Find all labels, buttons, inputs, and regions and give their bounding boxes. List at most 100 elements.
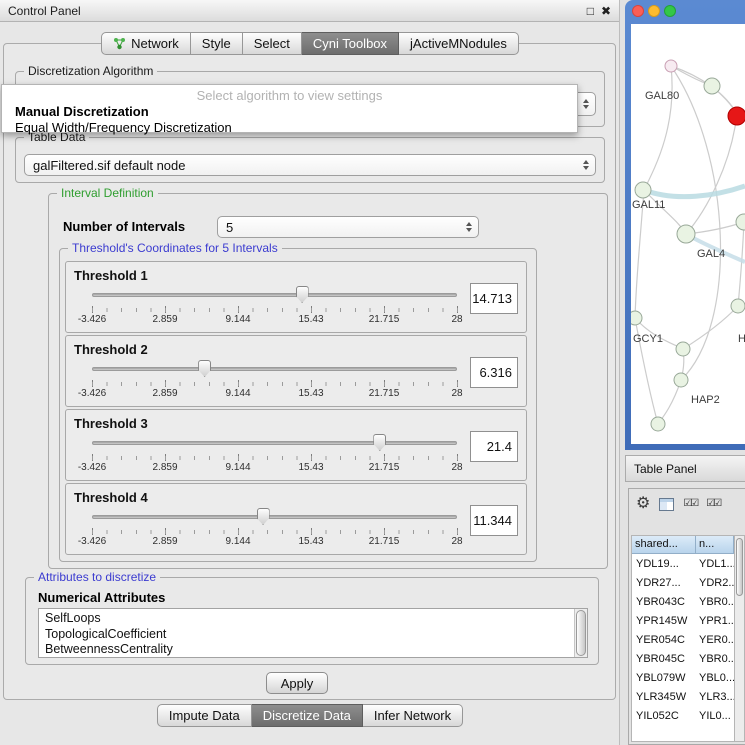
threshold-4-slider[interactable] xyxy=(92,508,457,526)
tab-network[interactable]: Network xyxy=(101,32,191,55)
table-row[interactable]: YBL079WYBL0... xyxy=(632,668,734,687)
table-scrollbar[interactable] xyxy=(734,535,745,742)
tab-style[interactable]: Style xyxy=(191,32,243,55)
table-cell[interactable]: YIL052C xyxy=(632,710,696,722)
slider-track[interactable] xyxy=(92,515,457,519)
table-row[interactable]: YLR345WYLR3... xyxy=(632,687,734,706)
table-row[interactable]: YER054CYER0... xyxy=(632,630,734,649)
list-item[interactable]: BetweennessCentrality xyxy=(39,642,587,658)
tab-select[interactable]: Select xyxy=(243,32,302,55)
number-of-intervals-select[interactable]: 5 xyxy=(217,216,479,238)
node-table: shared... n... YDL19...YDL1... YDR27...Y… xyxy=(631,535,745,742)
tick-label: 15.43 xyxy=(298,388,323,399)
tick-label: 28 xyxy=(451,388,462,399)
table-cell[interactable]: YDL1... xyxy=(696,558,734,570)
table-cell[interactable]: YIL0... xyxy=(696,710,734,722)
table-cell[interactable]: YLR345W xyxy=(632,691,696,703)
table-row[interactable]: YPR145WYPR1... xyxy=(632,611,734,630)
network-node[interactable] xyxy=(631,311,642,325)
slider-tick-labels: -3.426 2.859 9.144 15.43 21.715 28 xyxy=(92,536,457,549)
list-scrollbar[interactable] xyxy=(574,609,587,657)
float-window-icon[interactable]: □ xyxy=(587,4,594,18)
table-panel-toolbar: ⚙ ☑☑ ☑☑ xyxy=(629,489,745,519)
table-cell[interactable]: YDR27... xyxy=(632,577,696,589)
network-node-pink[interactable] xyxy=(665,60,677,72)
table-cell[interactable]: YBR045C xyxy=(632,653,696,665)
threshold-1-slider[interactable] xyxy=(92,286,457,304)
threshold-3-slider[interactable] xyxy=(92,434,457,452)
table-cell[interactable]: YBR0... xyxy=(696,653,734,665)
table-cell[interactable]: YBR043C xyxy=(632,596,696,608)
network-canvas[interactable]: GAL80 GAL11 GAL4 GCY1 HAP2 H xyxy=(631,24,745,444)
dropdown-option-manual[interactable]: Manual Discretization xyxy=(2,104,577,119)
tab-label: Style xyxy=(202,36,231,51)
table-row[interactable]: YBR045CYBR0... xyxy=(632,649,734,668)
table-row[interactable]: YIL052CYIL0... xyxy=(632,706,734,725)
table-row[interactable]: YDR27...YDR2... xyxy=(632,573,734,592)
table-cell[interactable]: YPR145W xyxy=(632,615,696,627)
tab-infer-network[interactable]: Infer Network xyxy=(363,704,463,727)
slider-thumb[interactable] xyxy=(257,508,270,525)
tab-cyni-toolbox[interactable]: Cyni Toolbox xyxy=(302,32,399,55)
tick-label: -3.426 xyxy=(78,462,106,473)
checkbox-grid-icon[interactable]: ☑☑ xyxy=(683,499,697,509)
table-cell[interactable]: YBL079W xyxy=(632,672,696,684)
apply-button[interactable]: Apply xyxy=(266,672,328,694)
threshold-4-value-input[interactable] xyxy=(470,505,518,536)
checkbox-grid-icon[interactable]: ☑☑ xyxy=(706,499,720,509)
scrollbar-thumb[interactable] xyxy=(736,538,743,596)
minimize-traffic-light-icon[interactable] xyxy=(648,5,660,17)
threshold-3-value-input[interactable] xyxy=(470,431,518,462)
numerical-attributes-list[interactable]: SelfLoops TopologicalCoefficient Between… xyxy=(38,608,588,658)
slider-track[interactable] xyxy=(92,441,457,445)
tab-label: jActiveMNodules xyxy=(410,36,507,51)
network-node-selected-red[interactable] xyxy=(728,107,745,125)
threshold-2-value-input[interactable] xyxy=(470,357,518,388)
threshold-label: Threshold 2 xyxy=(74,342,148,357)
table-cell[interactable]: YDL19... xyxy=(632,558,696,570)
table-cell[interactable]: YPR1... xyxy=(696,615,734,627)
network-node[interactable] xyxy=(676,342,690,356)
table-cell[interactable]: YLR3... xyxy=(696,691,734,703)
table-data-select[interactable]: galFiltered.sif default node xyxy=(24,154,596,176)
table-row[interactable]: YDL19...YDL1... xyxy=(632,554,734,573)
network-node[interactable] xyxy=(736,214,745,230)
slider-thumb[interactable] xyxy=(198,360,211,377)
network-node[interactable] xyxy=(731,299,745,313)
table-cell[interactable]: YDR2... xyxy=(696,577,734,589)
scrollbar-thumb[interactable] xyxy=(576,610,586,656)
settings-gear-icon[interactable]: ⚙ xyxy=(636,496,650,512)
slider-thumb[interactable] xyxy=(373,434,386,451)
table-cell[interactable]: YBL0... xyxy=(696,672,734,684)
column-header-shared-name[interactable]: shared... xyxy=(632,536,696,554)
table-cell[interactable]: YER054C xyxy=(632,634,696,646)
network-node[interactable] xyxy=(635,182,651,198)
slider-thumb[interactable] xyxy=(296,286,309,303)
list-item[interactable]: SelfLoops xyxy=(39,609,587,627)
slider-track[interactable] xyxy=(92,367,457,371)
dropdown-option-equal-width[interactable]: Equal Width/Frequency Discretization xyxy=(2,120,577,135)
list-item[interactable]: TopologicalCoefficient xyxy=(39,627,587,643)
attributes-group: Attributes to discretize Numerical Attri… xyxy=(25,577,599,665)
tick-label: -3.426 xyxy=(78,536,106,547)
combo-stepper-icon xyxy=(583,160,589,170)
table-cell[interactable]: YER0... xyxy=(696,634,734,646)
table-row[interactable]: YBR043CYBR0... xyxy=(632,592,734,611)
tab-impute-data[interactable]: Impute Data xyxy=(157,704,252,727)
close-traffic-light-icon[interactable] xyxy=(632,5,644,17)
column-header-name[interactable]: n... xyxy=(696,536,734,554)
control-panel-titlebar: Control Panel □ ✖ xyxy=(0,0,619,22)
network-node[interactable] xyxy=(674,373,688,387)
network-node[interactable] xyxy=(704,78,720,94)
zoom-traffic-light-icon[interactable] xyxy=(664,5,676,17)
column-layout-icon[interactable] xyxy=(659,498,674,511)
table-cell[interactable]: YBR0... xyxy=(696,596,734,608)
network-node[interactable] xyxy=(651,417,665,431)
close-window-icon[interactable]: ✖ xyxy=(601,4,611,18)
threshold-2-slider[interactable] xyxy=(92,360,457,378)
threshold-1-value-input[interactable] xyxy=(470,283,518,314)
slider-track[interactable] xyxy=(92,293,457,297)
tab-discretize-data[interactable]: Discretize Data xyxy=(252,704,363,727)
network-node[interactable] xyxy=(677,225,695,243)
tab-jactivemnodules[interactable]: jActiveMNodules xyxy=(399,32,519,55)
